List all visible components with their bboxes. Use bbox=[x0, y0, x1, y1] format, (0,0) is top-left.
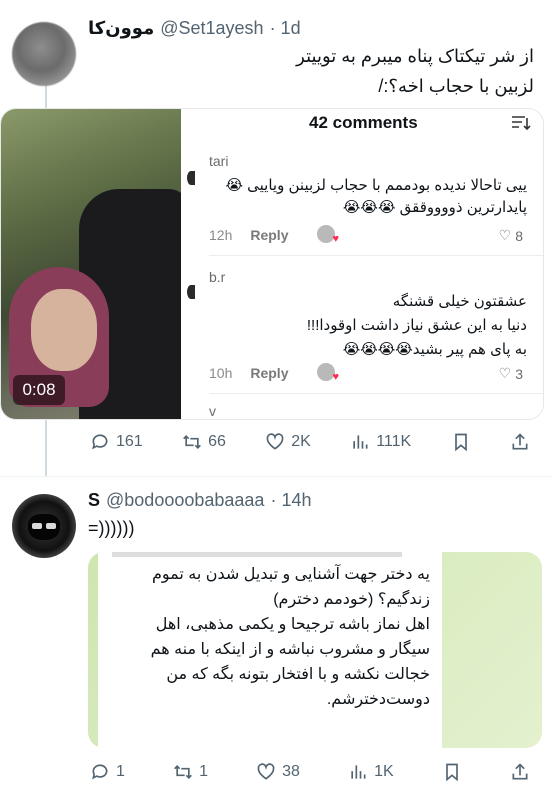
video-thumbnail[interactable]: 0:08 bbox=[1, 109, 189, 419]
comment-like: ♡ 3 bbox=[499, 365, 523, 382]
comment-separator bbox=[209, 255, 543, 256]
share-icon bbox=[512, 433, 528, 450]
like-button[interactable]: 38 bbox=[256, 762, 300, 782]
heart-outline-icon: ♡ bbox=[498, 365, 512, 381]
comment-reply-button: Reply bbox=[250, 365, 289, 381]
comments-title: 42 comments bbox=[309, 113, 418, 132]
message-text-line: زندگیم؟ (خودمم دخترم) bbox=[273, 591, 430, 608]
comment-reply-button: Reply bbox=[250, 227, 289, 243]
avatar-glasses bbox=[46, 523, 56, 529]
views-button[interactable]: 1K bbox=[348, 762, 394, 782]
views-count: 111K bbox=[376, 433, 412, 450]
comment-time: 10h bbox=[209, 365, 233, 381]
tweet-actions: 1 1 38 1K bbox=[90, 760, 530, 784]
tweet-text: =)))))) bbox=[88, 518, 135, 538]
share-button[interactable] bbox=[510, 762, 530, 782]
views-count: 1K bbox=[374, 763, 394, 780]
retweet-icon bbox=[174, 764, 192, 780]
reply-icon bbox=[92, 764, 108, 780]
bookmark-button[interactable] bbox=[451, 432, 471, 452]
heart-outline-icon: ♡ bbox=[498, 227, 512, 243]
comment-username: v bbox=[209, 403, 216, 419]
creator-liked-icon: ♥ bbox=[317, 363, 339, 383]
tweet-text-line: از شر تیکتاک پناه میبرم به توییتر bbox=[296, 46, 534, 66]
comment-username: tari bbox=[209, 153, 229, 169]
views-button[interactable]: 111K bbox=[350, 432, 411, 452]
tweet-header: موون‌کا @Set1ayesh · 1d bbox=[88, 16, 301, 40]
bookmark-icon bbox=[445, 763, 458, 782]
message-text-line: خجالت نکشه و با افتخار بتونه بگه که من bbox=[166, 666, 430, 683]
reply-icon bbox=[92, 434, 108, 450]
tweet-header: S @bodoooobabaaaa · 14h bbox=[88, 488, 311, 512]
timestamp[interactable]: · 14h bbox=[270, 490, 311, 511]
comment-time: 12h bbox=[209, 227, 233, 243]
reply-button[interactable]: 1 bbox=[90, 762, 125, 782]
timestamp[interactable]: · 1d bbox=[270, 18, 301, 39]
comment-text-line: به پای هم پیر بشید😭😭😭😭 bbox=[342, 341, 527, 358]
message-text-line: یه دختر جهت آشنایی و تبدیل شدن به تموم bbox=[151, 566, 430, 583]
creator-liked-icon: ♥ bbox=[317, 225, 339, 245]
message-bubble: یه دختر جهت آشنایی و تبدیل شدن به تموم ز… bbox=[98, 552, 442, 748]
tweet-media[interactable]: 0:08 42 comments tari ییی تاحالا ندیده ب… bbox=[0, 108, 544, 420]
reply-button[interactable]: 161 bbox=[90, 432, 143, 452]
message-text-line: اهل نماز باشه ترجیحا و یکمی مذهبی، اهل bbox=[155, 616, 430, 633]
avatar[interactable] bbox=[12, 22, 76, 86]
like-count: 38 bbox=[282, 763, 300, 780]
tweet-divider bbox=[0, 476, 552, 477]
comment-like: ♡ 8 bbox=[499, 227, 523, 244]
comment-meta: 10h Reply bbox=[209, 365, 288, 381]
retweet-count: 66 bbox=[208, 433, 226, 450]
like-button[interactable]: 2K bbox=[265, 432, 311, 452]
heart-icon bbox=[257, 763, 275, 780]
comment-meta: 12h Reply bbox=[209, 227, 288, 243]
views-bar-icon bbox=[353, 435, 368, 449]
share-button[interactable] bbox=[510, 432, 530, 452]
message-text-line: دوست‌دخترشم. bbox=[326, 691, 430, 708]
video-face bbox=[31, 289, 97, 371]
retweet-count: 1 bbox=[199, 763, 208, 780]
tweet-actions: 161 66 2K 111K bbox=[90, 430, 530, 454]
user-handle[interactable]: @Set1ayesh bbox=[160, 18, 263, 39]
comment-like-count: 8 bbox=[515, 227, 523, 244]
display-name[interactable]: S bbox=[88, 490, 100, 511]
comment-text-line: پایدارترین ذووووققق 😭😭😭 bbox=[342, 199, 527, 216]
bookmark-button[interactable] bbox=[442, 762, 462, 782]
user-handle[interactable]: @bodoooobabaaaa bbox=[106, 490, 264, 511]
commenter-avatar bbox=[187, 171, 195, 185]
message-text-line: سیگار و مشروب نباشه و از اینکه با منه هم bbox=[150, 641, 430, 658]
message-text: یه دختر جهت آشنایی و تبدیل شدن به تموم ز… bbox=[100, 562, 430, 712]
views-bar-icon bbox=[351, 765, 366, 779]
commenter-avatar bbox=[187, 285, 195, 299]
reply-count: 161 bbox=[116, 433, 143, 450]
avatar[interactable] bbox=[12, 494, 76, 558]
heart-icon bbox=[266, 433, 284, 450]
comments-screenshot: 42 comments tari ییی تاحالا ندیده بودممم… bbox=[181, 109, 543, 419]
reply-count: 1 bbox=[116, 763, 125, 780]
comment-like-count: 3 bbox=[515, 365, 523, 382]
avatar-glasses bbox=[32, 523, 42, 529]
tweet-text-line: لزبین با حجاب اخه؟:/ bbox=[378, 76, 534, 96]
comment-text-line: دنیا به این عشق نیاز داشت اوقودا!!! bbox=[306, 317, 527, 334]
retweet-icon bbox=[183, 434, 202, 450]
comment-text-line: ییی تاحالا ندیده بودممم با حجاب لزبینن و… bbox=[225, 177, 527, 194]
comment-username: b.r bbox=[209, 269, 226, 285]
cropped-header-strip bbox=[112, 552, 402, 557]
bookmark-icon bbox=[454, 433, 467, 452]
tweet-image[interactable]: یه دختر جهت آشنایی و تبدیل شدن به تموم ز… bbox=[88, 552, 542, 748]
comment-separator bbox=[209, 393, 543, 394]
video-duration-badge: 0:08 bbox=[13, 375, 65, 405]
retweet-button[interactable]: 66 bbox=[182, 432, 226, 452]
sort-icon bbox=[512, 116, 531, 131]
share-icon bbox=[512, 763, 528, 780]
display-name[interactable]: موون‌کا bbox=[88, 18, 154, 39]
like-count: 2K bbox=[291, 433, 311, 450]
comment-text-line: عشقتون خیلی قشنگه bbox=[392, 293, 527, 310]
retweet-button[interactable]: 1 bbox=[173, 762, 208, 782]
